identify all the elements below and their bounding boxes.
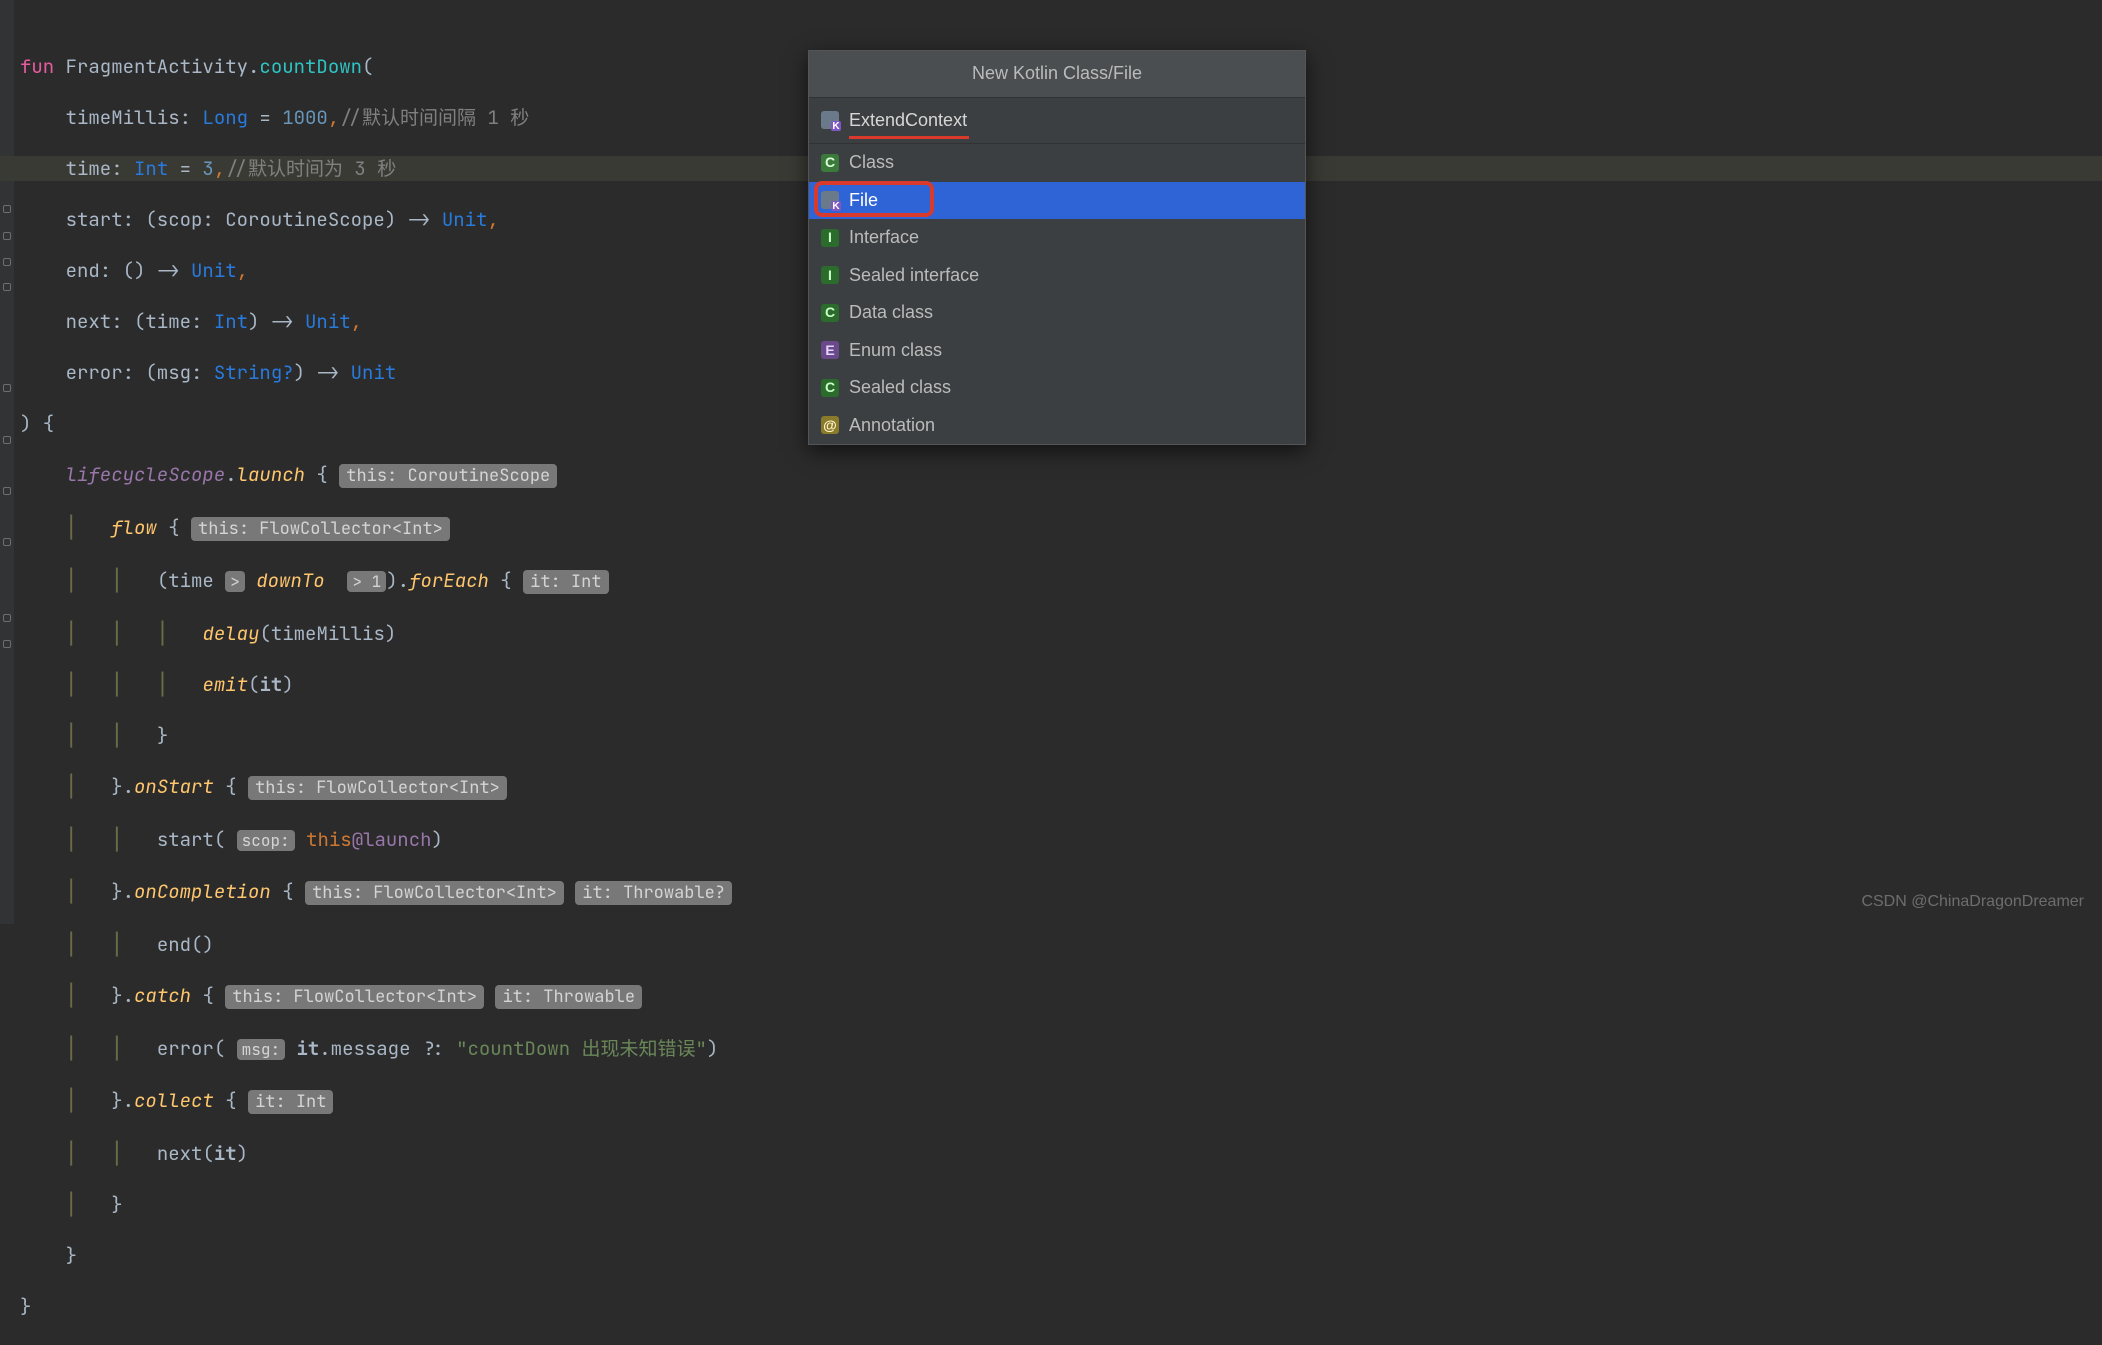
popup-item-sealed-interface[interactable]: I Sealed interface	[809, 257, 1305, 295]
popup-item-annotation[interactable]: @ Annotation	[809, 407, 1305, 445]
inlay-hint: it: Int	[248, 1090, 333, 1114]
data-class-icon: C	[821, 304, 839, 322]
inlay-hint: this: FlowCollector<Int>	[225, 985, 484, 1009]
watermark: CSDN @ChinaDragonDreamer	[1861, 889, 2084, 915]
inlay-hint: it: Throwable	[495, 985, 642, 1009]
class-name: FragmentActivity	[66, 54, 248, 79]
inlay-hint: > 1	[347, 571, 386, 592]
keyword-fun: fun	[20, 54, 54, 79]
enum-class-icon: E	[821, 341, 839, 359]
popup-item-interface[interactable]: I Interface	[809, 219, 1305, 257]
inlay-hint: this: CoroutineScope	[339, 464, 557, 488]
kotlin-file-icon	[821, 191, 839, 209]
sealed-class-icon: C	[821, 379, 839, 397]
popup-item-data-class[interactable]: C Data class	[809, 294, 1305, 332]
popup-item-sealed-class[interactable]: C Sealed class	[809, 369, 1305, 407]
annotation-underline	[849, 136, 969, 139]
input-value: ExtendContext	[849, 108, 967, 134]
inlay-hint: this: FlowCollector<Int>	[305, 881, 564, 905]
new-file-popup: New Kotlin Class/File ExtendContext C Cl…	[808, 50, 1306, 445]
popup-item-label: File	[849, 188, 878, 214]
popup-item-label: Interface	[849, 225, 919, 251]
popup-name-input[interactable]: ExtendContext	[809, 98, 1305, 145]
popup-item-label: Enum class	[849, 338, 942, 364]
inlay-hint: scop:	[237, 830, 295, 851]
method-name: countDown	[259, 54, 362, 79]
class-icon: C	[821, 154, 839, 172]
inlay-hint: this: FlowCollector<Int>	[191, 517, 450, 541]
sealed-interface-icon: I	[821, 266, 839, 284]
popup-item-file[interactable]: File	[809, 182, 1305, 220]
inlay-hint: it: Throwable?	[575, 881, 732, 905]
annotation-icon: @	[821, 416, 839, 434]
popup-item-enum-class[interactable]: E Enum class	[809, 332, 1305, 370]
comment: //默认时间为 3 秒	[225, 156, 396, 181]
popup-kind-list: C Class File I Interface I Sealed interf…	[809, 144, 1305, 444]
popup-item-label: Data class	[849, 300, 933, 326]
popup-title: New Kotlin Class/File	[809, 51, 1305, 98]
inlay-hint: this: FlowCollector<Int>	[248, 776, 507, 800]
inlay-hint: it: Int	[523, 570, 608, 594]
popup-item-label: Class	[849, 150, 894, 176]
popup-item-class[interactable]: C Class	[809, 144, 1305, 182]
popup-item-label: Sealed interface	[849, 263, 979, 289]
inlay-hint: msg:	[237, 1039, 285, 1060]
interface-icon: I	[821, 229, 839, 247]
kotlin-file-icon	[821, 111, 839, 129]
comment: //默认时间间隔 1 秒	[339, 105, 529, 130]
popup-item-label: Sealed class	[849, 375, 951, 401]
inlay-hint: >	[225, 571, 245, 592]
popup-item-label: Annotation	[849, 413, 935, 439]
